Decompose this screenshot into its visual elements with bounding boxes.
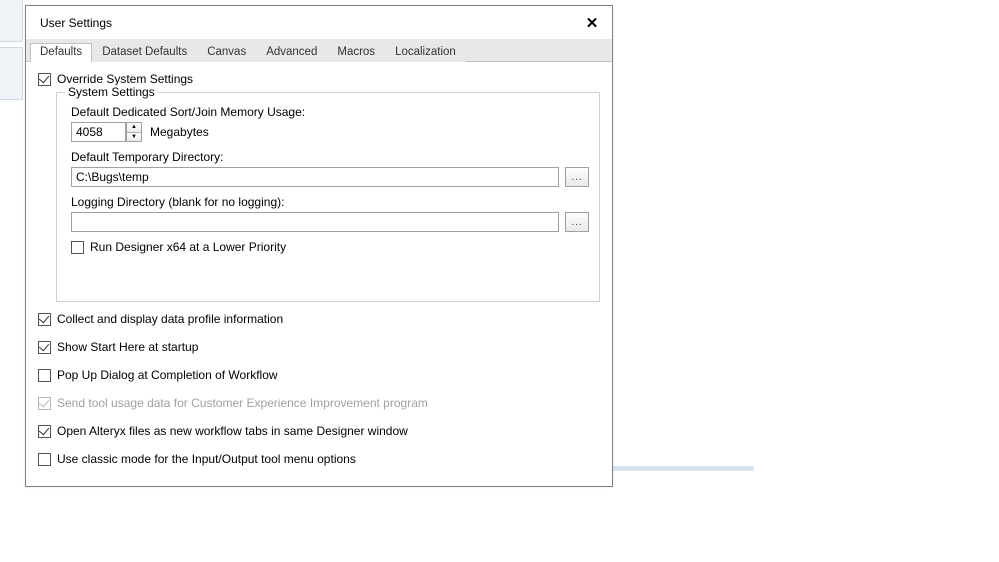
tab-macros[interactable]: Macros [327, 43, 385, 62]
tab-bar: Defaults Dataset Defaults Canvas Advance… [26, 40, 612, 62]
use-classic-label[interactable]: Use classic mode for the Input/Output to… [57, 452, 356, 466]
lower-priority-row: Run Designer x64 at a Lower Priority [71, 240, 589, 254]
show-start-here-row: Show Start Here at startup [38, 340, 600, 354]
dialog-title: User Settings [40, 16, 580, 30]
temp-dir-label: Default Temporary Directory: [71, 150, 589, 164]
system-settings-fieldset: System Settings Default Dedicated Sort/J… [56, 92, 600, 302]
memory-input[interactable] [71, 122, 126, 142]
override-system-settings-checkbox[interactable] [38, 73, 51, 86]
popup-dialog-checkbox[interactable] [38, 369, 51, 382]
memory-label: Default Dedicated Sort/Join Memory Usage… [71, 105, 589, 119]
lower-priority-label[interactable]: Run Designer x64 at a Lower Priority [90, 240, 286, 254]
tab-dataset-defaults[interactable]: Dataset Defaults [92, 43, 197, 62]
send-tool-usage-row: Send tool usage data for Customer Experi… [38, 396, 600, 410]
override-system-settings-label[interactable]: Override System Settings [57, 72, 193, 86]
spinner-down-icon[interactable]: ▼ [127, 133, 141, 142]
open-as-new-tabs-label[interactable]: Open Alteryx files as new workflow tabs … [57, 424, 408, 438]
collect-profile-row: Collect and display data profile informa… [38, 312, 600, 326]
use-classic-row: Use classic mode for the Input/Output to… [38, 452, 600, 466]
options-section: Collect and display data profile informa… [38, 312, 600, 466]
dialog-titlebar: User Settings ✕ [26, 6, 612, 40]
background-stripe [604, 466, 754, 471]
memory-units: Megabytes [150, 125, 209, 139]
user-settings-dialog: User Settings ✕ Defaults Dataset Default… [25, 5, 613, 487]
temp-dir-browse-button[interactable]: ... [565, 167, 589, 187]
spinner-up-icon[interactable]: ▲ [127, 123, 141, 133]
use-classic-checkbox[interactable] [38, 453, 51, 466]
open-as-new-tabs-row: Open Alteryx files as new workflow tabs … [38, 424, 600, 438]
background-panel-2 [0, 47, 23, 100]
memory-spinner[interactable]: ▲ ▼ [126, 122, 142, 142]
tab-defaults[interactable]: Defaults [30, 43, 92, 62]
temp-dir-field: Default Temporary Directory: ... [71, 150, 589, 187]
system-settings-legend: System Settings [65, 85, 158, 99]
close-icon: ✕ [586, 14, 599, 32]
logging-dir-browse-button[interactable]: ... [565, 212, 589, 232]
show-start-here-label[interactable]: Show Start Here at startup [57, 340, 198, 354]
memory-field: Default Dedicated Sort/Join Memory Usage… [71, 105, 589, 142]
popup-dialog-row: Pop Up Dialog at Completion of Workflow [38, 368, 600, 382]
close-button[interactable]: ✕ [580, 11, 604, 35]
dialog-content: Override System Settings System Settings… [26, 62, 612, 490]
collect-profile-label[interactable]: Collect and display data profile informa… [57, 312, 283, 326]
lower-priority-checkbox[interactable] [71, 241, 84, 254]
tab-localization[interactable]: Localization [385, 43, 466, 62]
temp-dir-input[interactable] [71, 167, 559, 187]
logging-dir-label: Logging Directory (blank for no logging)… [71, 195, 589, 209]
popup-dialog-label[interactable]: Pop Up Dialog at Completion of Workflow [57, 368, 278, 382]
logging-dir-input[interactable] [71, 212, 559, 232]
tab-canvas[interactable]: Canvas [197, 43, 256, 62]
logging-dir-field: Logging Directory (blank for no logging)… [71, 195, 589, 232]
override-system-settings-row: Override System Settings [38, 72, 600, 86]
background-panel [0, 0, 23, 42]
collect-profile-checkbox[interactable] [38, 313, 51, 326]
show-start-here-checkbox[interactable] [38, 341, 51, 354]
send-tool-usage-checkbox [38, 397, 51, 410]
tab-advanced[interactable]: Advanced [256, 43, 327, 62]
send-tool-usage-label: Send tool usage data for Customer Experi… [57, 396, 428, 410]
open-as-new-tabs-checkbox[interactable] [38, 425, 51, 438]
